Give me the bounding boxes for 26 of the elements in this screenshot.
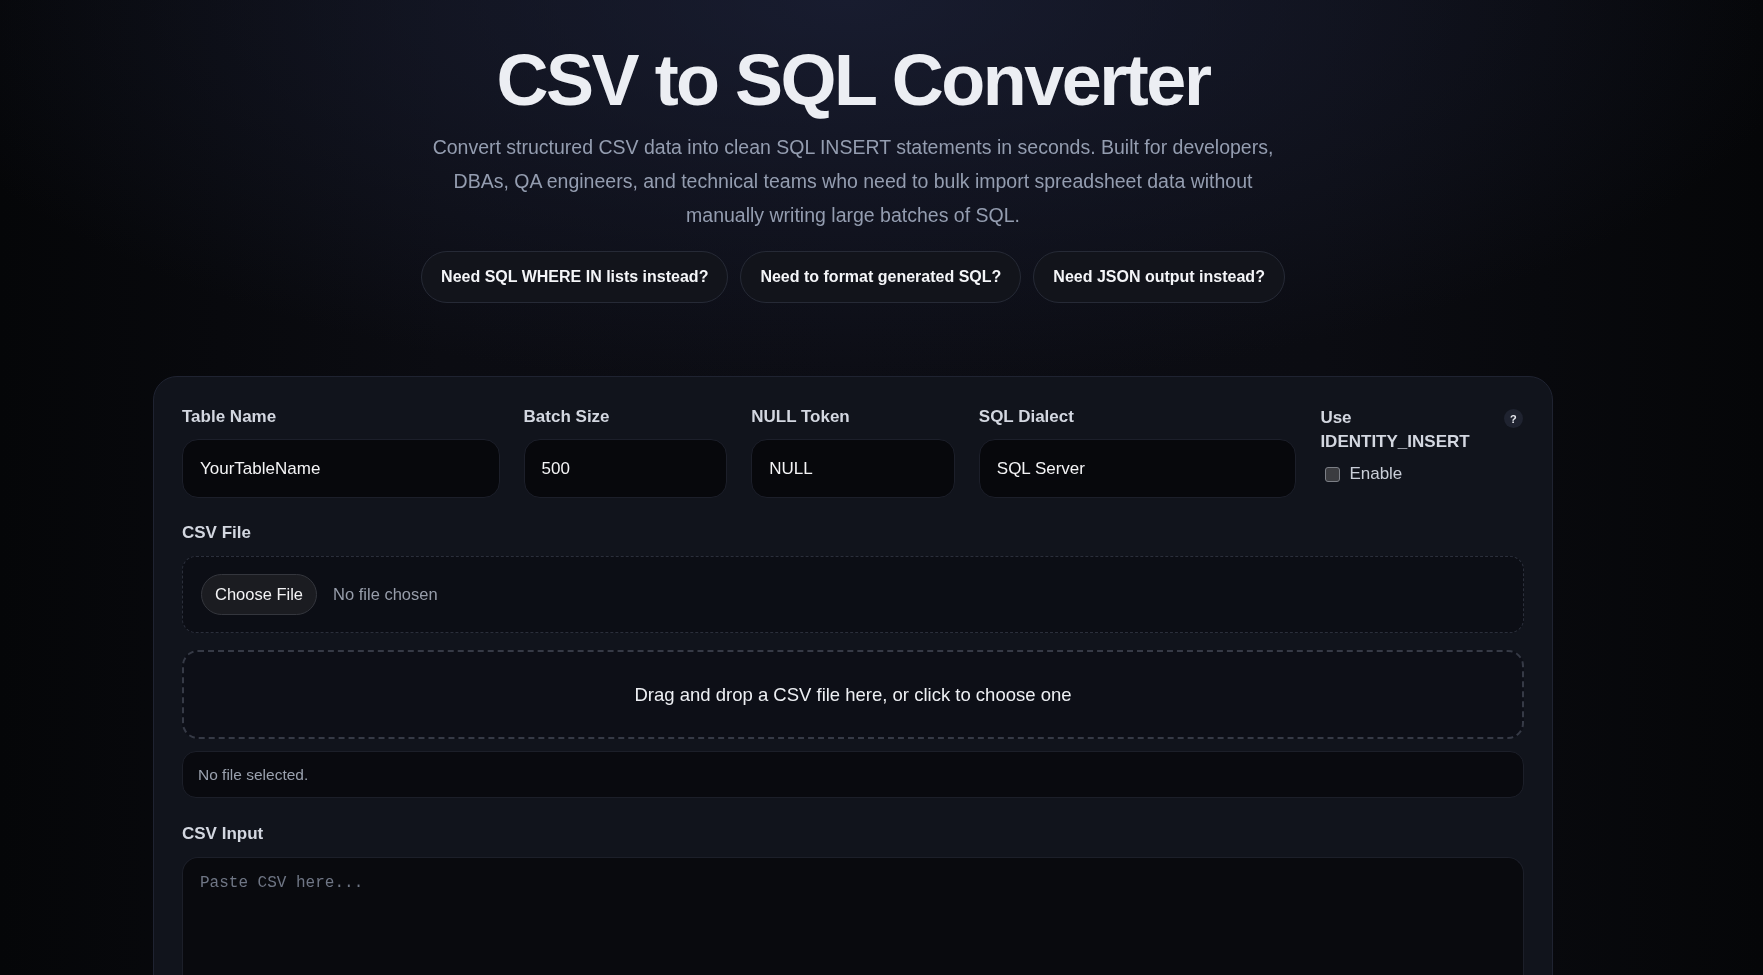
drop-zone-text: Drag and drop a CSV file here, or click to choose one: [634, 683, 1072, 706]
field-label: NULL Token: [751, 406, 851, 428]
text-field[interactable]: YourTableName: [182, 439, 500, 498]
field-label: Batch Size: [523, 406, 611, 428]
field-label: Table Name: [182, 406, 278, 428]
text-field[interactable]: SQL Server: [978, 439, 1297, 498]
field-label: CSV Input: [182, 823, 264, 845]
page-title: CSV to SQL Converter: [496, 40, 1210, 120]
field-label: Use IDENTITY_INSERT: [1320, 407, 1471, 453]
file-input-field[interactable]: Choose File No file chosen: [182, 556, 1524, 633]
field-label: SQL Dialect: [978, 406, 1075, 428]
help-icon[interactable]: ?: [1504, 409, 1523, 428]
related-tool-link[interactable]: Need SQL WHERE IN lists instead?: [421, 251, 729, 303]
field-label: CSV File: [182, 522, 251, 544]
choose-file-button[interactable]: Choose File: [201, 574, 318, 615]
related-tool-link[interactable]: Need JSON output instead?: [1033, 251, 1285, 303]
csv-input-field[interactable]: Paste CSV here...: [182, 857, 1524, 975]
checkbox[interactable]: [1325, 466, 1341, 482]
related-tool-link[interactable]: Need to format generated SQL?: [740, 251, 1022, 303]
file-name-text: No file chosen: [333, 585, 438, 604]
checkbox-label: Enable: [1349, 464, 1403, 484]
text-field[interactable]: 500: [523, 439, 728, 498]
file-status-text: No file selected.: [198, 765, 309, 784]
drop-zone[interactable]: Drag and drop a CSV file here, or click to choose one: [182, 650, 1524, 739]
text-field[interactable]: NULL: [751, 439, 955, 498]
page-description: Convert structured CSV data into clean SQL INSERT statements in seconds. Built for developers, DBAs, QA engineers, and technical teams who need to bulk import spreadsheet data without manually writing large batches of SQL.: [431, 135, 1275, 228]
